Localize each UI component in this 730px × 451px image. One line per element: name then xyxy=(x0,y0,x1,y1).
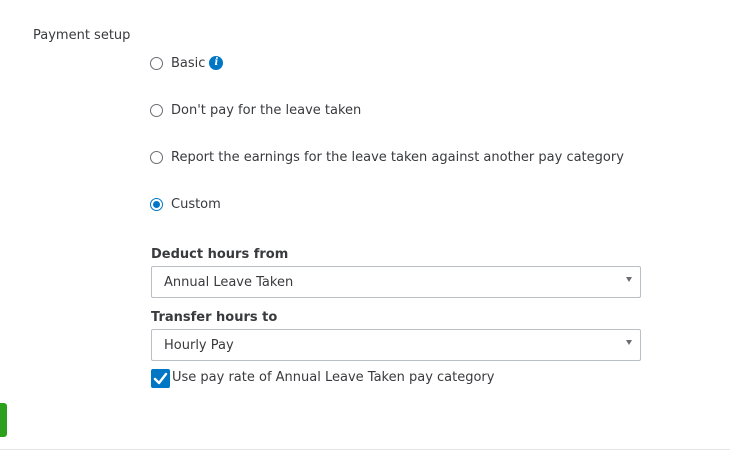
radio-label-basic: Basic xyxy=(171,55,206,71)
deduct-hours-select[interactable]: Annual Leave Taken xyxy=(151,266,641,298)
radio-button-report-earnings[interactable] xyxy=(150,150,163,164)
transfer-hours-value: Hourly Pay xyxy=(164,338,234,353)
transfer-hours-label: Transfer hours to xyxy=(151,310,278,325)
feedback-tab[interactable] xyxy=(0,403,7,437)
section-title: Payment setup xyxy=(33,28,131,43)
radio-label-dont-pay: Don't pay for the leave taken xyxy=(171,102,362,118)
radio-option-report-earnings[interactable]: Report the earnings for the leave taken … xyxy=(150,148,624,166)
use-pay-rate-checkbox[interactable] xyxy=(151,369,170,388)
chevron-down-icon xyxy=(626,277,632,282)
payment-setup-panel: Payment setup Basic i Don't pay for the … xyxy=(0,0,730,451)
use-pay-rate-label: Use pay rate of Annual Leave Taken pay c… xyxy=(172,370,495,385)
info-icon[interactable]: i xyxy=(209,56,224,70)
bottom-divider xyxy=(0,449,730,450)
transfer-hours-select[interactable]: Hourly Pay xyxy=(151,329,641,361)
chevron-down-icon xyxy=(626,340,632,345)
radio-button-basic[interactable] xyxy=(150,56,163,70)
radio-label-report-earnings: Report the earnings for the leave taken … xyxy=(171,149,624,165)
radio-option-basic[interactable]: Basic i xyxy=(150,54,224,72)
deduct-hours-label: Deduct hours from xyxy=(151,247,289,262)
radio-button-custom[interactable] xyxy=(150,197,163,211)
radio-option-dont-pay[interactable]: Don't pay for the leave taken xyxy=(150,101,361,119)
radio-label-custom: Custom xyxy=(171,196,221,212)
radio-button-dont-pay[interactable] xyxy=(150,103,163,117)
deduct-hours-value: Annual Leave Taken xyxy=(164,275,294,290)
radio-option-custom[interactable]: Custom xyxy=(150,195,221,213)
checkmark-icon xyxy=(153,372,168,385)
use-pay-rate-option[interactable]: Use pay rate of Annual Leave Taken pay c… xyxy=(151,369,494,388)
